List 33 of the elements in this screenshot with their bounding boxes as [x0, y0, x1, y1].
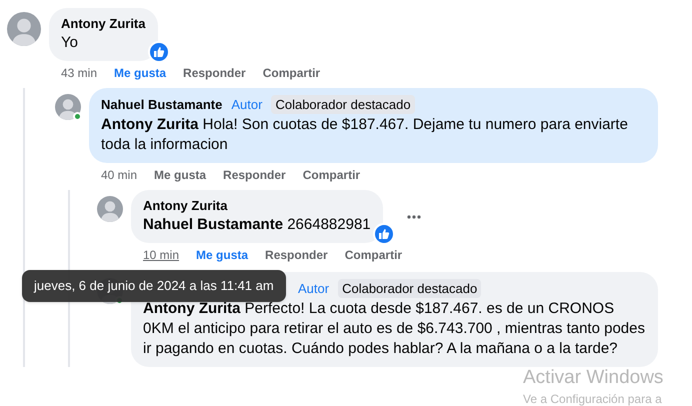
mention-link[interactable]: Antony Zurita	[143, 300, 240, 317]
author-label: Autor	[297, 280, 330, 297]
like-button[interactable]: Me gusta	[196, 246, 248, 264]
share-button[interactable]: Compartir	[302, 166, 360, 184]
comment-text: Yo	[61, 33, 79, 53]
reply-button[interactable]: Responder	[183, 64, 246, 82]
comment-text: Antony Zurita Perfecto! La cuota desde $187.467. es de un CRONOS 0KM el anticipo para retirar el auto es de $6.743.700 , mientras tanto podes ir pagando en cuotas. Cuándo podes hablar? A la mañana o a la tarde?	[143, 299, 646, 359]
avatar-icon[interactable]	[97, 196, 123, 222]
date-tooltip: jueves, 6 de junio de 2024 a las 11:41 am	[22, 270, 286, 302]
comment-time-link[interactable]: 40 min	[101, 166, 138, 184]
like-button[interactable]: Me gusta	[114, 64, 166, 82]
share-button[interactable]: Compartir	[262, 64, 320, 82]
comment-time-link[interactable]: 43 min	[61, 64, 98, 82]
top-contributor-badge: Colaborador destacado	[271, 95, 415, 114]
top-contributor-badge: Colaborador destacado	[338, 279, 482, 298]
reply-button[interactable]: Responder	[223, 166, 286, 184]
comment-author-link[interactable]: Antony Zurita	[143, 197, 228, 214]
reply-button[interactable]: Responder	[265, 246, 328, 264]
comment-text: Antony Zurita Hola! Son cuotas de $187.467. Dejame tu numero para enviarte toda la informacion	[101, 115, 629, 155]
avatar-icon[interactable]	[7, 12, 41, 46]
comment-text: Nahuel Bustamante 2664882981	[143, 215, 371, 235]
comment-time-link[interactable]: 10 min	[143, 246, 180, 264]
more-options-icon[interactable]	[406, 214, 421, 218]
comment-author-link[interactable]: Nahuel Bustamante	[101, 96, 222, 113]
activation-watermark-text: Ve a Configuración para a	[523, 393, 663, 405]
activation-watermark-title: Activar Windows	[523, 368, 664, 387]
author-label: Autor	[230, 96, 264, 113]
mention-link[interactable]: Nahuel Bustamante	[143, 216, 284, 233]
share-button[interactable]: Compartir	[344, 246, 402, 264]
mention-link[interactable]: Antony Zurita	[101, 116, 198, 133]
like-button[interactable]: Me gusta	[154, 166, 206, 184]
avatar-icon[interactable]	[55, 94, 81, 120]
comment-author-link[interactable]: Antony Zurita	[61, 15, 146, 32]
